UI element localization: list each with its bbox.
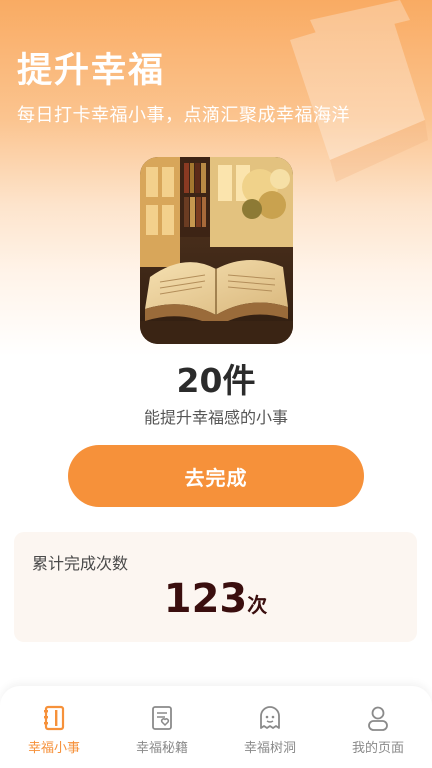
open-book-image [140, 157, 293, 344]
tab-label: 幸福小事 [27, 741, 80, 756]
person-icon [364, 704, 392, 732]
task-count: 20件 [176, 361, 256, 400]
book-illustration [140, 157, 293, 344]
tab-happy-things[interactable]: 幸福小事 [0, 686, 108, 768]
stats-label: 累计完成次数 [32, 554, 129, 573]
book-icon [40, 704, 68, 732]
tab-label: 我的页面 [351, 741, 404, 756]
tab-label: 幸福树洞 [243, 741, 296, 756]
stats-value: 123次 [14, 576, 417, 622]
tab-label: 幸福秘籍 [135, 741, 188, 756]
notebook-heart-icon [148, 704, 176, 732]
tab-tree-hole[interactable]: 幸福树洞 [216, 686, 324, 768]
page-title: 提升幸福 [17, 51, 166, 91]
stats-unit: 次 [247, 593, 268, 617]
tab-happy-tips[interactable]: 幸福秘籍 [108, 686, 216, 768]
stats-number: 123 [163, 576, 248, 622]
ghost-icon [256, 704, 284, 732]
stats-card: 累计完成次数 123次 [14, 532, 417, 642]
go-complete-button[interactable]: 去完成 [68, 445, 364, 507]
page-subtitle: 每日打卡幸福小事，点滴汇聚成幸福海洋 [17, 105, 350, 126]
task-count-label: 能提升幸福感的小事 [143, 408, 288, 427]
bottom-tab-bar: 幸福小事 幸福秘籍 幸福树洞 我的页面 [0, 686, 432, 768]
tab-my-page[interactable]: 我的页面 [324, 686, 432, 768]
